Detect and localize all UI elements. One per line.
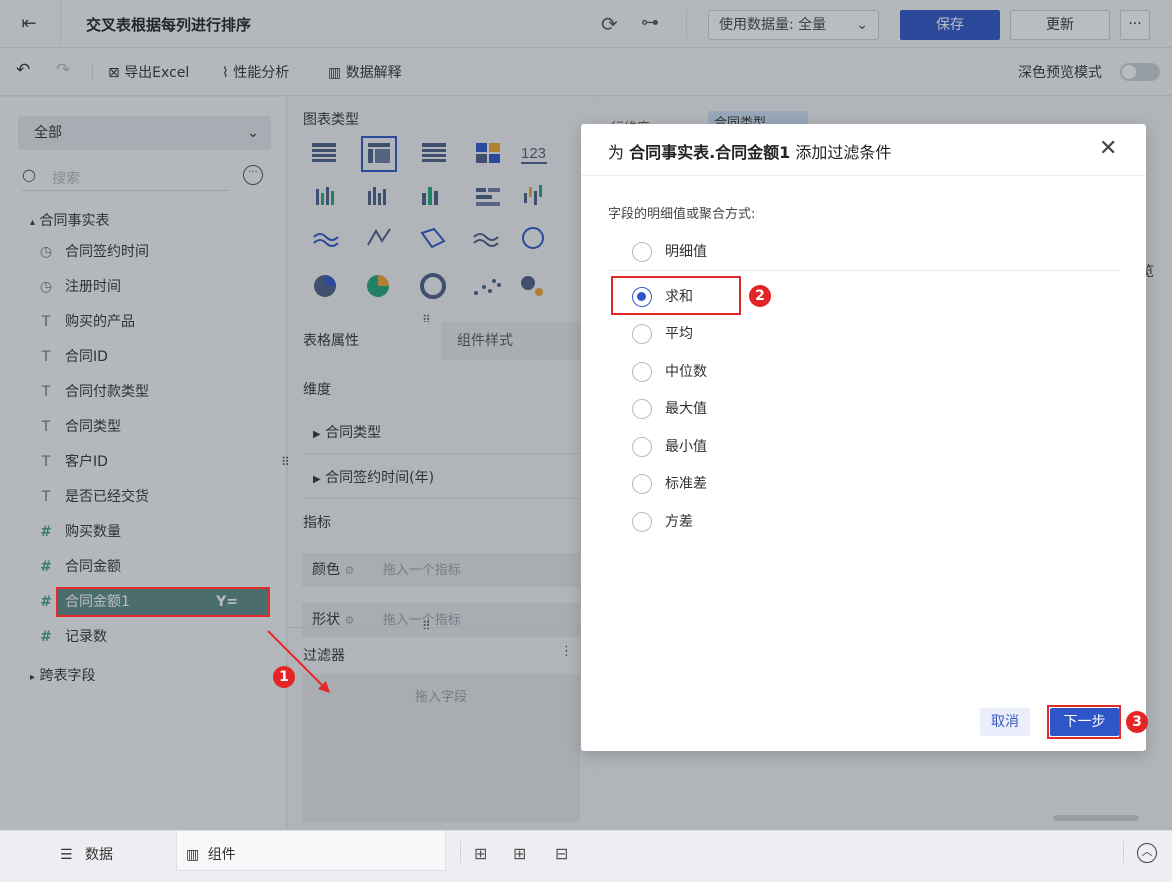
divider — [460, 841, 461, 863]
radio-circle[interactable] — [632, 399, 652, 419]
divider — [1123, 841, 1124, 863]
add-chart-icon[interactable]: ⊞ — [474, 844, 487, 863]
bottom-bar: ☰ 数据 ▥ 组件 ⊞ ⊞ ⊟ ︿ — [0, 830, 1172, 882]
radio-circle[interactable] — [632, 362, 652, 382]
add-filter-dialog: 为 合同事实表.合同金额1 添加过滤条件 ✕ 字段的明细值或聚合方式: 明细值 … — [581, 124, 1148, 751]
radio-circle[interactable] — [632, 324, 652, 344]
highlight-box — [611, 276, 741, 315]
step-badge-2: 2 — [749, 285, 771, 307]
add-cross-table-icon[interactable]: ⊞ — [513, 844, 526, 863]
component-tab[interactable]: ▥ 组件 — [186, 844, 236, 864]
radio-circle[interactable] — [632, 512, 652, 532]
add-table-icon[interactable]: ⊟ — [555, 844, 568, 863]
data-tab-label: 数据 — [85, 847, 114, 863]
close-icon[interactable]: ✕ — [1099, 136, 1117, 161]
radio-circle[interactable] — [632, 474, 652, 494]
radio-circle[interactable] — [632, 437, 652, 457]
step-badge-1: 1 — [273, 666, 295, 688]
next-button[interactable]: 下一步 — [1050, 708, 1119, 736]
data-tab[interactable]: ☰ 数据 — [60, 844, 113, 864]
divider — [608, 270, 1120, 271]
radio-circle[interactable] — [632, 242, 652, 262]
cancel-button[interactable]: 取消 — [980, 708, 1030, 736]
arrow-annotation — [267, 630, 330, 693]
step-badge-3: 3 — [1126, 711, 1148, 733]
database-icon: ☰ — [60, 847, 73, 863]
chart-icon: ▥ — [186, 847, 200, 863]
aggregation-label: 字段的明细值或聚合方式: — [608, 207, 756, 222]
component-tab-label: 组件 — [207, 847, 236, 863]
collapse-icon[interactable]: ︿ — [1137, 843, 1157, 863]
dialog-title: 为 合同事实表.合同金额1 添加过滤条件 — [608, 143, 892, 162]
highlight-box — [56, 587, 270, 617]
